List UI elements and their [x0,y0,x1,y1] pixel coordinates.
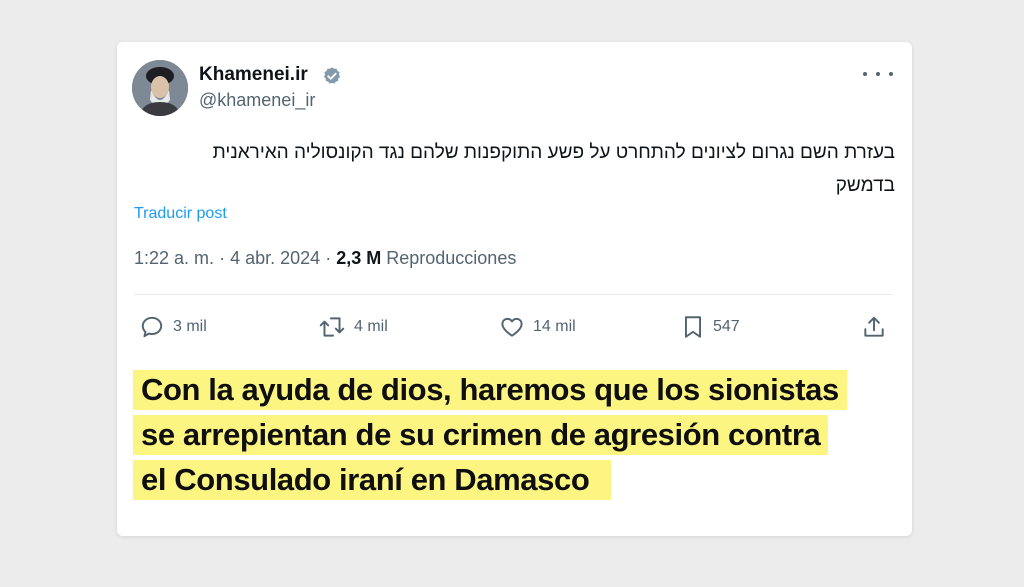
repost-icon [318,314,346,340]
reply-icon [139,314,165,340]
translation-caption-line: el Consulado iraní en Damasco [133,460,612,500]
share-icon [861,314,887,340]
views-count: 2,3 M [336,248,382,268]
reply-button[interactable]: 3 mil [139,313,207,341]
user-handle[interactable]: @khamenei_ir [199,90,315,111]
verified-badge-icon [322,66,342,86]
like-button[interactable]: 14 mil [499,313,576,341]
translate-post-link[interactable]: Traducir post [134,205,227,223]
reply-count: 3 mil [173,318,207,335]
tweet-card: Khamenei.ir @khamenei_ir בעזרת השם נגרום… [117,42,912,536]
translation-caption-line: Con la ayuda de dios, haremos que los si… [133,370,847,410]
repost-button[interactable]: 4 mil [318,313,388,341]
like-count: 14 mil [533,318,576,335]
heart-icon [499,314,525,340]
tweet-date[interactable]: 4 abr. 2024 [230,248,320,268]
views-label: Reproducciones [386,248,517,268]
repost-count: 4 mil [354,318,388,335]
tweet-meta: 1:22 a. m. · 4 abr. 2024 · 2,3 M Reprodu… [134,248,516,269]
divider [134,294,892,295]
tweet-text-line: בעזרת השם נגרום לציונים להתחרט על פשע הת… [212,142,895,163]
more-options-icon[interactable] [863,64,893,84]
bookmark-button[interactable]: 547 [681,313,740,341]
meta-separator: · [325,248,332,268]
bookmark-icon [681,314,705,340]
more-dot [863,72,867,76]
more-dot [889,72,893,76]
tweet-time[interactable]: 1:22 a. m. [134,248,214,268]
share-button[interactable] [861,313,887,341]
avatar[interactable] [132,60,188,116]
translation-caption-line: se arrepientan de su crimen de agresión … [133,415,829,455]
tweet-text: בעזרת השם נגרום לציונים להתחרט על פשע הת… [137,136,895,202]
bookmark-count: 547 [713,318,740,335]
tweet-text-line: בדמשק [835,175,895,196]
meta-separator: · [219,248,226,268]
display-name[interactable]: Khamenei.ir [199,64,308,86]
more-dot [876,72,880,76]
